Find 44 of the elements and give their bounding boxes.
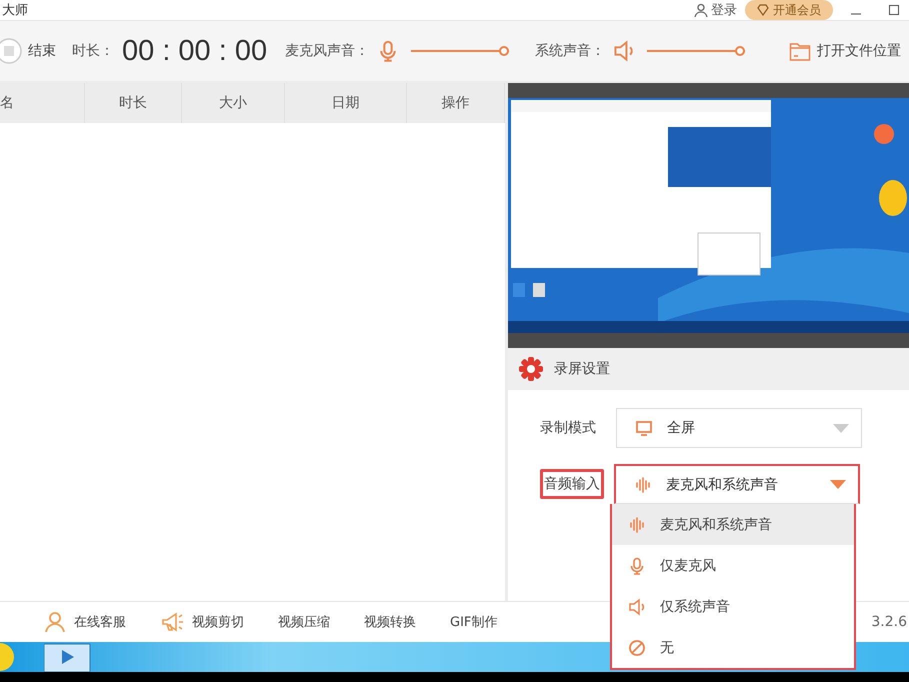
diamond-icon [757,4,769,16]
stop-button[interactable]: 结束 [0,38,64,64]
microphone-icon [628,556,646,574]
megaphone-icon [160,611,184,633]
tool-link[interactable]: 在线客服 [44,611,126,633]
sound-wave-icon [634,476,652,494]
column-header: 名 [0,94,14,112]
tool-link[interactable]: 视频转换 [364,613,416,631]
field-label: 音频输入 [540,469,604,499]
slider-label: 麦克风声音： [285,42,370,60]
column-header: 大小 [219,94,247,112]
maximize-icon [888,4,900,16]
caret-icon [833,424,849,432]
vip-button[interactable]: 开通会员 [745,0,833,20]
dropdown-select[interactable]: 全屏 [616,408,862,448]
dropdown-select[interactable]: 麦克风和系统声音 [614,464,860,504]
column-header: 操作 [442,94,470,112]
app-title: 大师 [2,2,28,19]
tool-link[interactable]: 视频剪切 [160,611,244,633]
duration-label: 时长： [72,42,114,60]
sound-wave-icon [628,516,646,534]
caret-icon [830,480,846,489]
tool-link[interactable]: GIF制作 [450,613,498,631]
speaker-icon [613,40,636,62]
minimize-icon [851,13,861,15]
speaker-icon [628,598,646,616]
tool-link[interactable]: 视频压缩 [278,613,330,631]
media-player-icon [44,642,92,672]
monitor-icon [635,419,653,437]
column-header: 日期 [332,94,360,112]
version-label: 3.2.6 [871,614,907,630]
slider-label: 系统声音： [535,42,606,60]
prohibited-icon [628,638,646,656]
dropdown-option[interactable]: 麦克风和系统声音 [612,504,854,545]
settings-title: 录屏设置 [554,360,610,378]
open-folder-button[interactable]: 打开文件位置 [789,40,909,62]
slider-thumb[interactable] [499,46,510,56]
person-icon [44,611,66,633]
login-link[interactable]: 登录 [694,1,737,19]
column-header: 时长 [119,94,147,112]
field-label: 录制模式 [539,419,597,438]
recording-timer: 00 : 00 : 00 [122,34,268,68]
person-icon [694,3,708,17]
slider-thumb[interactable] [735,46,746,56]
